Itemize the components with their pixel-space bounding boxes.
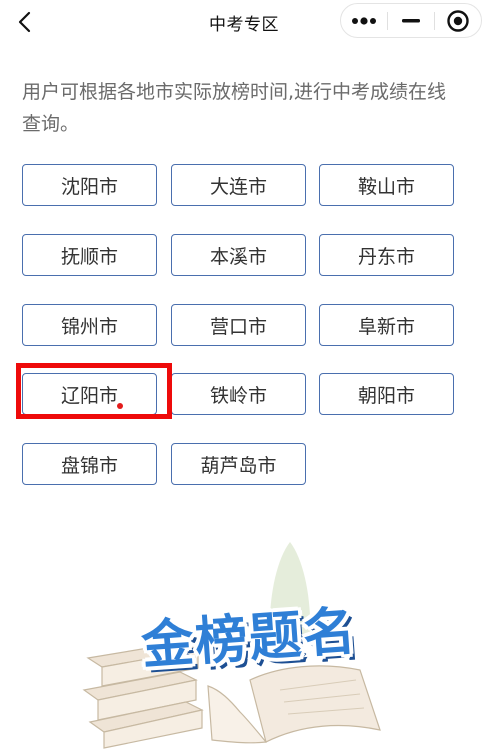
city-button-shenyang[interactable]: 沈阳市	[22, 164, 157, 206]
city-button-anshan[interactable]: 鞍山市	[319, 164, 454, 206]
city-button-benxi[interactable]: 本溪市	[171, 234, 306, 276]
city-button-tieling[interactable]: 铁岭市	[171, 373, 306, 415]
page: 中考专区 用户可根据各地市实际放榜时间,进行中考成绩在线查询。 沈阳市 大连市 …	[0, 0, 488, 750]
click-marker-dot	[117, 403, 123, 409]
selection-highlight-box	[16, 363, 172, 419]
banner-illustration: 金榜题名	[80, 530, 410, 750]
city-button-jinzhou[interactable]: 锦州市	[22, 304, 157, 346]
city-button-chaoyang[interactable]: 朝阳市	[319, 373, 454, 415]
city-button-panjin[interactable]: 盘锦市	[22, 443, 157, 485]
city-button-fuxin[interactable]: 阜新市	[319, 304, 454, 346]
city-button-yingkou[interactable]: 营口市	[171, 304, 306, 346]
city-button-fushun[interactable]: 抚顺市	[22, 234, 157, 276]
city-button-dalian[interactable]: 大连市	[171, 164, 306, 206]
city-button-dandong[interactable]: 丹东市	[319, 234, 454, 276]
city-grid: 沈阳市 大连市 鞍山市 抚顺市 本溪市 丹东市 锦州市 营口市 阜新市 辽阳市 …	[0, 0, 488, 500]
city-button-huludao[interactable]: 葫芦岛市	[171, 443, 306, 485]
